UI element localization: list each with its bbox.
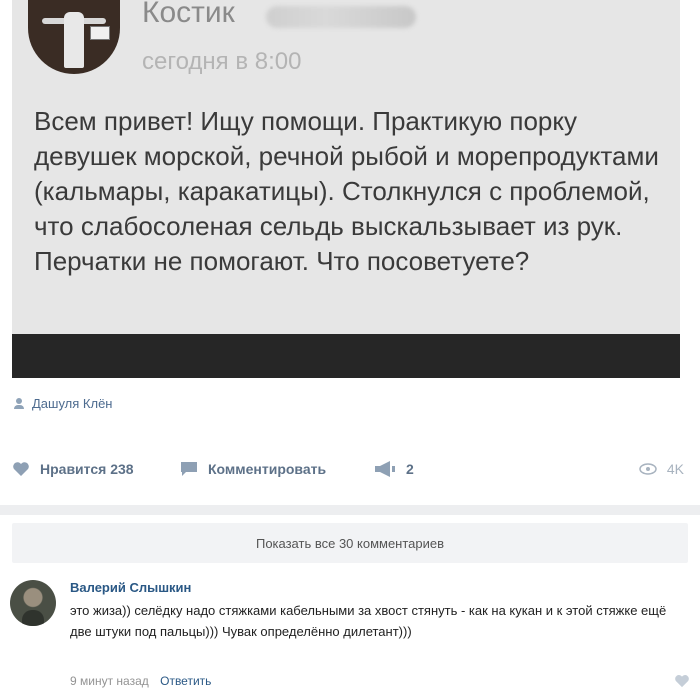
comment-item: Валерий Слышкин это жиза)) селёдку надо … <box>10 576 690 700</box>
like-count: 238 <box>110 461 134 477</box>
heart-icon <box>13 462 29 476</box>
comment-like-icon[interactable] <box>674 674 690 688</box>
post-actions: Нравится 238 Комментировать 2 4K <box>12 455 684 487</box>
post-attribution[interactable]: Дашуля Клён <box>14 396 112 411</box>
views-counter: 4K <box>639 461 684 477</box>
person-icon <box>14 397 24 410</box>
post-time: сегодня в 8:00 <box>142 48 302 75</box>
reply-link[interactable]: Ответить <box>160 674 211 688</box>
like-button[interactable]: Нравится 238 <box>12 461 134 477</box>
comment-text: это жиза)) селёдку надо стяжками кабельн… <box>70 603 667 639</box>
post-author-avatar <box>28 0 120 74</box>
share-count: 2 <box>406 461 414 477</box>
dark-bar <box>12 334 680 378</box>
commenter-avatar[interactable] <box>10 580 56 626</box>
megaphone-icon <box>375 461 395 477</box>
show-all-comments-button[interactable]: Показать все 30 комментариев <box>12 523 688 563</box>
attribution-name: Дашуля Клён <box>32 396 113 411</box>
comment-label: Комментировать <box>208 461 327 477</box>
views-count: 4K <box>666 461 684 477</box>
comment-button[interactable]: Комментировать <box>180 461 326 477</box>
comment-time[interactable]: 9 минут назад <box>70 674 149 688</box>
comment-icon <box>181 462 197 476</box>
section-divider <box>0 505 700 515</box>
commenter-name[interactable]: Валерий Слышкин <box>70 580 191 595</box>
post-screenshot: Костик сегодня в 8:00 Всем привет! Ищу п… <box>12 0 680 378</box>
share-button[interactable]: 2 <box>374 461 414 477</box>
post-text: Всем привет! Ищу помощи. Практикую порку… <box>34 106 659 276</box>
blurred-surname <box>266 6 416 28</box>
comment-meta: 9 минут назад Ответить <box>70 674 211 688</box>
post-author-name: Костик <box>142 0 235 29</box>
eye-icon <box>639 463 657 475</box>
like-label: Нравится <box>40 461 107 477</box>
